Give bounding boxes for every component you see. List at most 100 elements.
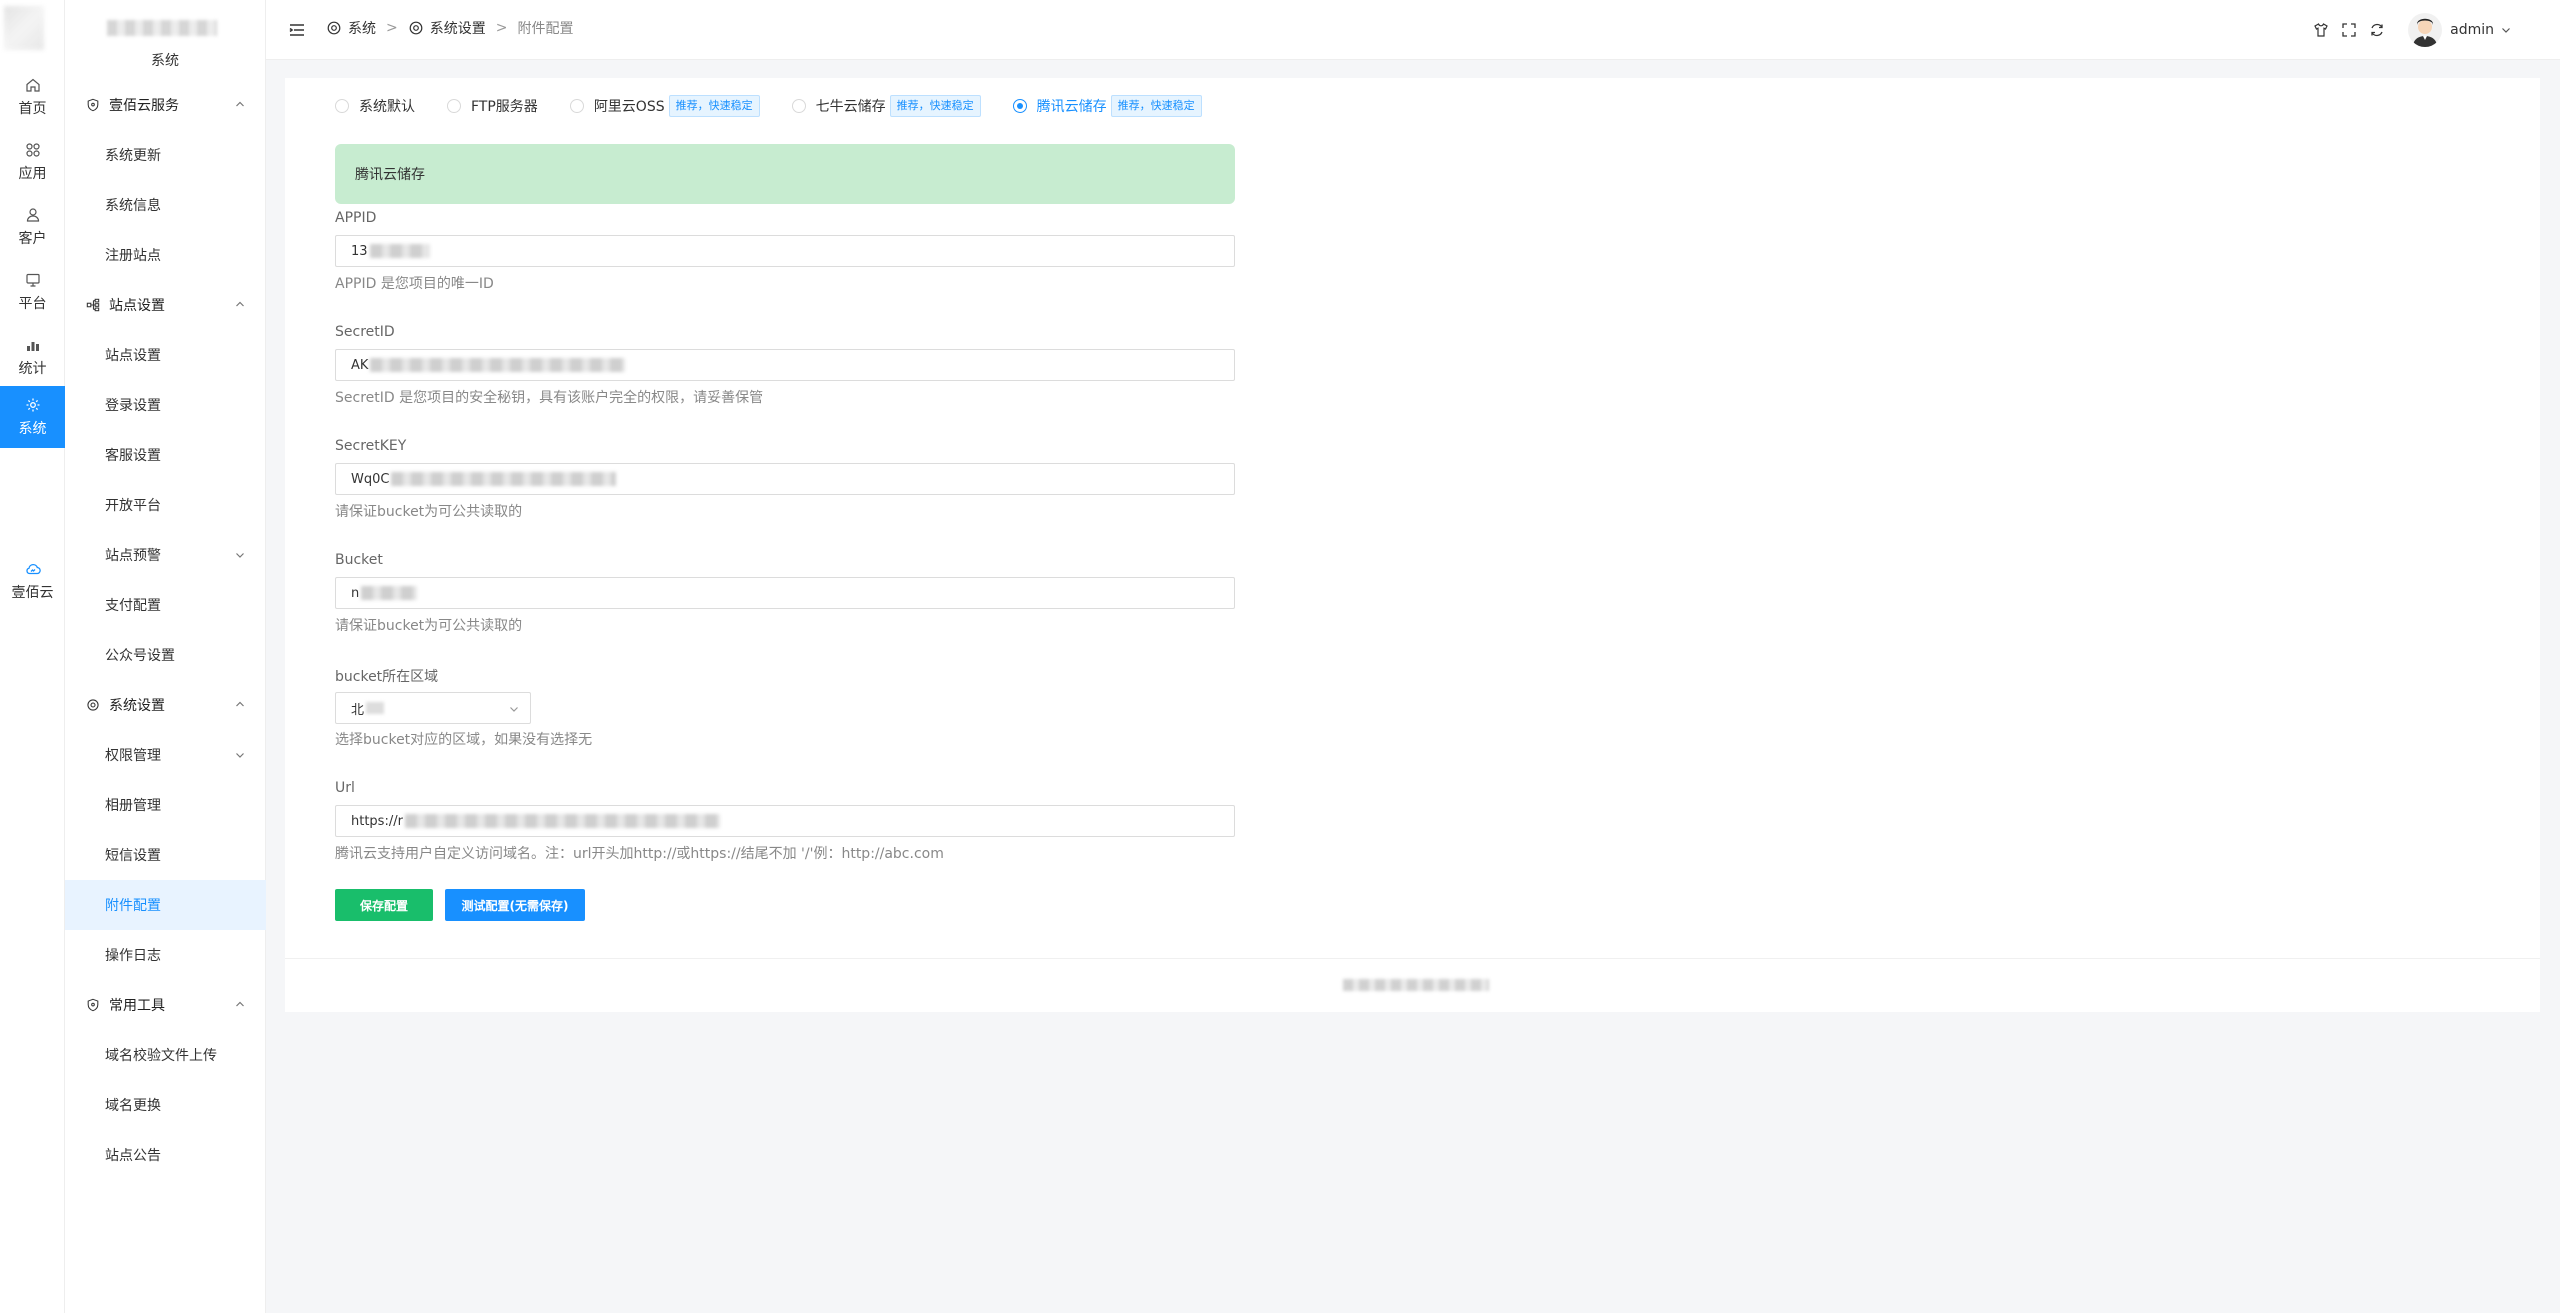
appid-input[interactable]: 13: [335, 235, 1235, 267]
radio-qiniu[interactable]: 七牛云储存 推荐，快速稳定: [791, 95, 981, 117]
breadcrumb-item[interactable]: 系统: [326, 18, 376, 38]
sidebar-item-label: 支付配置: [105, 598, 161, 614]
sidebar-group-system-settings[interactable]: 系统设置: [65, 680, 266, 730]
secretkey-input[interactable]: Wq0C: [335, 463, 1235, 495]
input-value: https://r: [351, 813, 403, 829]
region-select[interactable]: 北: [335, 692, 531, 724]
rail-label: 统计: [18, 361, 47, 377]
refresh-icon[interactable]: [2368, 21, 2386, 39]
radio-dot[interactable]: [569, 99, 584, 113]
radio-dot[interactable]: [335, 99, 349, 113]
bucket-label: Bucket: [335, 552, 383, 568]
sidebar-group-cloud-service[interactable]: 壹佰云服务: [65, 80, 266, 130]
sidebar-item-label: 操作日志: [105, 948, 161, 964]
breadcrumb-current: 附件配置: [517, 21, 574, 37]
sidebar-item-domain-verify-upload[interactable]: 域名校验文件上传: [65, 1030, 266, 1080]
chevron-up-icon: [236, 301, 244, 307]
rail-item-cloud[interactable]: 壹佰云: [0, 550, 65, 612]
radio-label: 腾讯云储存: [1036, 99, 1107, 115]
recommend-tag: 推荐，快速稳定: [668, 95, 760, 117]
sidebar-item-register-site[interactable]: 注册站点: [65, 230, 266, 280]
fullscreen-icon[interactable]: [2340, 21, 2358, 39]
sidebar-item-label: 附件配置: [105, 898, 161, 914]
tshirt-icon[interactable]: [2312, 21, 2330, 39]
sidebar-item-attachment-config[interactable]: 附件配置: [65, 880, 266, 930]
user-icon: [24, 206, 42, 224]
monitor-icon: [24, 271, 42, 289]
secretid-input[interactable]: AK: [335, 349, 1235, 381]
gear-icon: [24, 396, 42, 414]
radio-ftp[interactable]: FTP服务器: [447, 96, 538, 116]
sidebar-item-service-settings[interactable]: 客服设置: [65, 430, 266, 480]
select-value: 北: [351, 702, 365, 718]
rail-item-home[interactable]: 首页: [0, 66, 65, 128]
sidebar-group-site-settings[interactable]: 站点设置: [65, 280, 266, 330]
rail-item-apps[interactable]: 应用: [0, 131, 65, 193]
radio-dot[interactable]: [1012, 99, 1027, 113]
sidebar-item-album[interactable]: 相册管理: [65, 780, 266, 830]
breadcrumb: 系统 > 系统设置 > 附件配置: [326, 18, 573, 38]
url-input[interactable]: https://r: [335, 805, 1235, 837]
rail-label: 壹佰云: [11, 585, 54, 601]
sidebar-item-system-info[interactable]: 系统信息: [65, 180, 266, 230]
chevron-down-icon[interactable]: [2500, 24, 2512, 36]
rail-item-stats[interactable]: 统计: [0, 326, 65, 388]
radio-tencent-cos[interactable]: 腾讯云储存 推荐，快速稳定: [1012, 95, 1202, 117]
sidebar: 系统 壹佰云服务 系统更新 系统信息 注册站点 站点设置 站点设置 登录设置 客…: [65, 0, 266, 1313]
radio-dot[interactable]: [447, 99, 461, 113]
group-label: 壹佰云服务: [109, 98, 179, 114]
breadcrumb-item[interactable]: 系统设置: [408, 18, 486, 38]
recommend-tag: 推荐，快速稳定: [889, 95, 981, 117]
input-value: AK: [351, 357, 369, 373]
menu-toggle-icon[interactable]: [288, 21, 306, 39]
test-config-button[interactable]: 测试配置(无需保存): [445, 889, 585, 921]
sidebar-item-official-account[interactable]: 公众号设置: [65, 630, 266, 680]
avatar[interactable]: [2408, 13, 2443, 47]
save-config-button[interactable]: 保存配置: [335, 889, 433, 921]
username[interactable]: admin: [2450, 22, 2494, 38]
sitemap-icon: [85, 297, 101, 313]
rail-label: 系统: [18, 421, 47, 437]
sidebar-item-operation-log[interactable]: 操作日志: [65, 930, 266, 980]
chevron-down-icon: [510, 707, 518, 712]
sidebar-item-system-update[interactable]: 系统更新: [65, 130, 266, 180]
radio-aliyun-oss[interactable]: 阿里云OSS 推荐，快速稳定: [569, 95, 760, 117]
sidebar-item-permissions[interactable]: 权限管理: [65, 730, 266, 780]
sidebar-item-label: 系统信息: [105, 198, 161, 214]
sidebar-group-tools[interactable]: 常用工具: [65, 980, 266, 1030]
rail-item-customers[interactable]: 客户: [0, 196, 65, 258]
group-label: 系统设置: [109, 698, 165, 714]
radio-label: 系统默认: [359, 99, 415, 115]
rail-item-platform[interactable]: 平台: [0, 261, 65, 323]
appid-label: APPID: [335, 210, 377, 226]
bucket-input[interactable]: n: [335, 577, 1235, 609]
sidebar-item-site-settings[interactable]: 站点设置: [65, 330, 266, 380]
sidebar-item-label: 注册站点: [105, 248, 161, 264]
chevron-up-icon: [236, 101, 244, 107]
sidebar-item-open-platform[interactable]: 开放平台: [65, 480, 266, 530]
secretkey-help: 请保证bucket为可公共读取的: [335, 504, 523, 520]
radio-label: 阿里云OSS: [593, 99, 665, 115]
rail-item-system[interactable]: 系统: [0, 386, 65, 448]
bar-chart-icon: [24, 336, 42, 354]
chevron-down-icon: [236, 553, 244, 558]
radio-label: FTP服务器: [471, 99, 538, 115]
radio-dot[interactable]: [791, 99, 806, 113]
group-label: 站点设置: [109, 298, 165, 314]
apps-icon: [24, 141, 42, 159]
sidebar-item-label: 站点公告: [105, 1148, 161, 1164]
bucket-help: 请保证bucket为可公共读取的: [335, 618, 523, 634]
sidebar-item-login-settings[interactable]: 登录设置: [65, 380, 266, 430]
sidebar-item-label: 域名更换: [105, 1098, 161, 1114]
sidebar-item-label: 客服设置: [105, 448, 161, 464]
sidebar-item-domain-change[interactable]: 域名更换: [65, 1080, 266, 1130]
sidebar-item-sms[interactable]: 短信设置: [65, 830, 266, 880]
recommend-tag: 推荐，快速稳定: [1110, 95, 1202, 117]
radio-system-default[interactable]: 系统默认: [335, 96, 415, 116]
radio-label: 七牛云储存: [815, 99, 886, 115]
logo: [0, 0, 65, 60]
masked-value: [366, 702, 385, 714]
sidebar-item-site-alert[interactable]: 站点预警: [65, 530, 266, 580]
sidebar-item-site-notice[interactable]: 站点公告: [65, 1130, 266, 1180]
sidebar-item-payment-config[interactable]: 支付配置: [65, 580, 266, 630]
